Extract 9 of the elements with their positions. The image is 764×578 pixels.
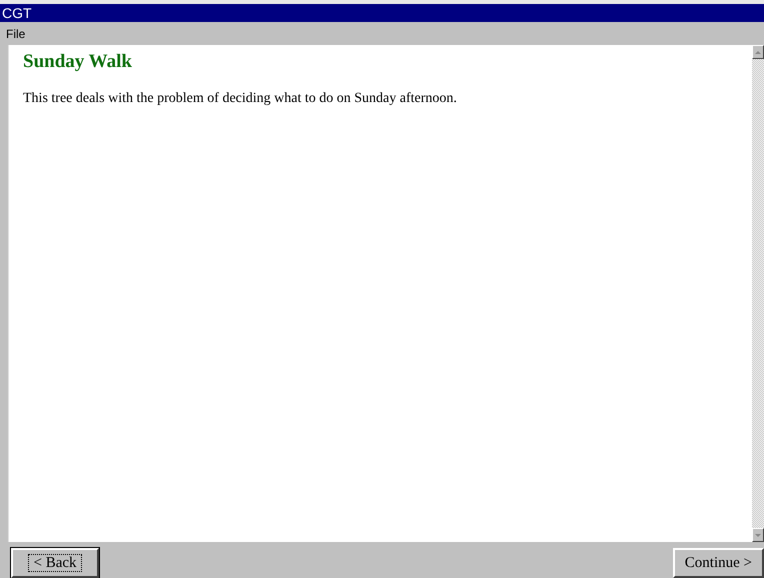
scroll-up-icon[interactable] — [755, 50, 761, 54]
continue-button[interactable]: Continue > — [672, 548, 764, 578]
page-heading: Sunday Walk — [23, 51, 133, 73]
scroll-down-icon[interactable] — [755, 534, 761, 536]
scrollbar[interactable] — [752, 45, 764, 542]
description-text: This tree deals with the problem of deciding what to do on Sunday afternoon. — [23, 91, 458, 107]
window-title: CGT — [0, 4, 764, 22]
back-button[interactable]: < Back — [11, 548, 99, 578]
menu-item[interactable]: File — [6, 26, 26, 40]
